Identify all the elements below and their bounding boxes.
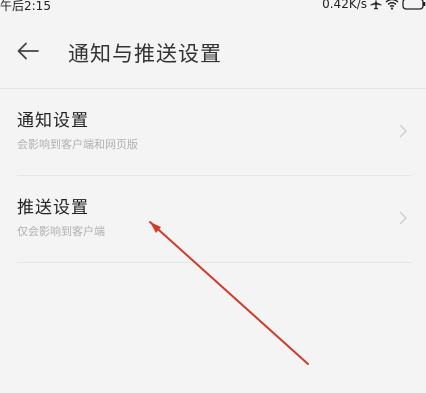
item-title: 通知设置 — [17, 111, 89, 131]
settings-list: 通知设置 会影响到客户端和网页版 推送设置 仅会影响到客户端 — [0, 89, 426, 263]
status-bar: 午后2:15 0.42K/s — [0, 0, 426, 14]
chevron-right-icon — [398, 123, 408, 139]
page-title: 通知与推送设置 — [68, 42, 222, 66]
battery-icon — [402, 0, 426, 10]
push-settings-item[interactable]: 推送设置 仅会影响到客户端 — [0, 176, 426, 263]
item-subtitle: 会影响到客户端和网页版 — [17, 138, 138, 151]
chevron-right-icon — [398, 210, 408, 226]
status-indicators: 0.42K/s — [322, 0, 426, 11]
item-title: 推送设置 — [17, 198, 89, 218]
network-speed: 0.42K/s — [322, 0, 367, 11]
item-subtitle: 仅会影响到客户端 — [17, 225, 105, 238]
back-button[interactable] — [10, 38, 46, 68]
arrow-left-icon — [17, 42, 39, 64]
wifi-icon — [385, 0, 399, 10]
airplane-icon — [370, 0, 382, 10]
status-time: 午后2:15 — [0, 0, 51, 13]
notification-settings-item[interactable]: 通知设置 会影响到客户端和网页版 — [0, 89, 426, 176]
divider — [17, 262, 412, 263]
app-bar: 通知与推送设置 — [0, 18, 426, 88]
